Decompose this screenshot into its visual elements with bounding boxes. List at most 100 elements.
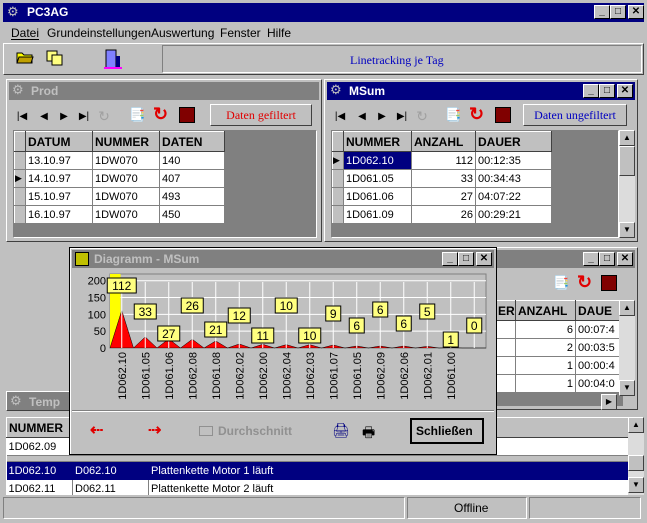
detail-cell[interactable]: 6 xyxy=(515,320,576,339)
prod-cell[interactable]: 1DW070 xyxy=(92,205,160,224)
temp-vscrollbar[interactable]: ▲ ▼ xyxy=(628,417,644,495)
msum-filter-icon[interactable] xyxy=(495,107,511,123)
prod-cell[interactable]: 16.10.97 xyxy=(25,205,93,224)
detail-close-button[interactable]: ✕ xyxy=(617,252,633,266)
scroll-up-button[interactable]: ▲ xyxy=(628,417,644,433)
msum-row[interactable]: 1D061.05 33 00:34:43 xyxy=(332,169,552,188)
row-indicator[interactable] xyxy=(332,205,344,224)
temp-row[interactable]: 1D062.11 D062.11 Plattenkette Motor 2 läuf… xyxy=(6,479,628,495)
temp-cell[interactable]: 1D062.11 xyxy=(6,479,73,495)
detail-minimize-button[interactable]: _ xyxy=(583,252,599,266)
detail-cell[interactable]: 2 xyxy=(515,338,576,357)
exit-door-icon[interactable] xyxy=(102,48,124,70)
row-indicator[interactable] xyxy=(14,187,26,206)
temp-cell[interactable]: D062.11 xyxy=(72,479,149,495)
detail-reload-icon[interactable]: ↻ xyxy=(577,272,592,293)
col-anzahl[interactable]: ANZAHL xyxy=(411,131,476,152)
temp-cell[interactable]: 1D062.09 xyxy=(6,437,73,456)
temp-cell[interactable]: 1D062.10 xyxy=(6,461,73,480)
row-indicator[interactable] xyxy=(14,205,26,224)
menu-hilfe[interactable]: Hilfe xyxy=(267,26,291,40)
msum-cell[interactable]: 00:34:43 xyxy=(475,169,552,188)
msum-row[interactable]: 1D061.09 26 00:29:21 xyxy=(332,205,552,224)
msum-maximize-button[interactable]: □ xyxy=(599,84,615,98)
prod-cell[interactable]: 1DW070 xyxy=(92,151,160,170)
msum-filter-button[interactable]: Daten ungefiltert xyxy=(523,104,627,126)
detail-row[interactable]: 6 00:07:4 xyxy=(495,320,623,339)
col-nummer[interactable]: NUMMER xyxy=(6,417,73,438)
print-icon[interactable]: 🖶 xyxy=(362,422,375,446)
msum-close-button[interactable]: ✕ xyxy=(617,84,633,98)
close-dialog-button[interactable]: Schließen xyxy=(410,418,484,444)
prev-record-button[interactable]: ◀ xyxy=(37,111,51,122)
scroll-right-button[interactable]: ▶ xyxy=(601,394,617,410)
prod-cell[interactable]: 140 xyxy=(159,151,225,170)
prod-row[interactable]: 16.10.97 1DW070 450 xyxy=(14,205,225,224)
detail-row[interactable]: 1 00:00:4 xyxy=(495,356,623,375)
prod-cell[interactable]: 13.10.97 xyxy=(25,151,93,170)
diagram-close-button[interactable]: ✕ xyxy=(476,252,492,266)
col-dauer[interactable]: DAUER xyxy=(475,131,552,152)
detail-cell[interactable] xyxy=(495,320,516,339)
col-nummer[interactable]: NUMMER xyxy=(343,131,412,152)
menu-datei[interactable]: Datei xyxy=(11,26,39,40)
scroll-down-button[interactable]: ▼ xyxy=(619,222,635,238)
printer-setup-icon[interactable]: 🖨 xyxy=(332,422,350,439)
detail-filter-icon[interactable] xyxy=(601,275,617,291)
col-datum[interactable]: DATUM xyxy=(25,131,93,152)
row-indicator[interactable] xyxy=(332,169,344,188)
row-indicator[interactable] xyxy=(332,187,344,206)
prod-cell[interactable]: 450 xyxy=(159,205,225,224)
prod-row[interactable]: ▶ 14.10.97 1DW070 407 xyxy=(14,169,225,188)
open-folder-icon[interactable] xyxy=(16,50,34,64)
prod-filter-icon[interactable] xyxy=(179,107,195,123)
detail-cell[interactable]: 00:07:4 xyxy=(575,320,623,339)
temp-row[interactable]: 1D062.10 D062.10 Plattenkette Motor 1 läuf… xyxy=(6,461,628,480)
msum-row[interactable]: ▶ 1D062.10 112 00:12:35 xyxy=(332,151,552,170)
prev-arrow-icon[interactable]: ⇠ xyxy=(90,420,103,440)
col-anzahl[interactable]: ANZAHL xyxy=(515,300,576,321)
next-arrow-icon[interactable]: ⇢ xyxy=(148,420,161,440)
msum-cell[interactable]: 1D061.05 xyxy=(343,169,412,188)
temp-cell[interactable]: D062.10 xyxy=(72,461,149,480)
msum-first-record-button[interactable]: |◀ xyxy=(333,111,347,122)
detail-maximize-button[interactable]: □ xyxy=(599,252,615,266)
prod-row[interactable]: 15.10.97 1DW070 493 xyxy=(14,187,225,206)
msum-cell[interactable]: 1D061.09 xyxy=(343,205,412,224)
detail-export-icon[interactable]: 📑 xyxy=(553,275,569,291)
prod-cell[interactable]: 1DW070 xyxy=(92,187,160,206)
detail-row[interactable]: 2 00:03:5 xyxy=(495,338,623,357)
scroll-down-button[interactable]: ▼ xyxy=(619,380,635,396)
msum-prev-record-button[interactable]: ◀ xyxy=(355,111,369,122)
prod-titlebar[interactable]: ⚙ Prod xyxy=(9,82,319,100)
diagram-maximize-button[interactable]: □ xyxy=(458,252,474,266)
detail-row[interactable]: 1 00:04:0 xyxy=(495,374,623,393)
maximize-button[interactable]: □ xyxy=(610,5,626,19)
col-nummer-partial[interactable]: ER xyxy=(495,300,516,321)
scroll-down-button[interactable]: ▼ xyxy=(628,477,644,493)
prod-cell[interactable]: 407 xyxy=(159,169,225,188)
msum-cell[interactable]: 1D061.06 xyxy=(343,187,412,206)
prod-export-icon[interactable]: 📑 xyxy=(129,107,145,123)
msum-next-record-button[interactable]: ▶ xyxy=(375,111,389,122)
first-record-button[interactable]: |◀ xyxy=(15,111,29,122)
app-titlebar[interactable]: ⚙ PC3AG _ □ ✕ xyxy=(3,3,644,22)
row-indicator[interactable]: ▶ xyxy=(332,151,344,170)
msum-last-record-button[interactable]: ▶| xyxy=(395,111,409,122)
scroll-thumb[interactable] xyxy=(628,455,644,471)
diagram-titlebar[interactable]: Diagramm - MSum _ □ ✕ xyxy=(72,250,494,268)
msum-cell[interactable]: 26 xyxy=(411,205,476,224)
msum-cell[interactable]: 00:29:21 xyxy=(475,205,552,224)
diagram-minimize-button[interactable]: _ xyxy=(442,252,458,266)
prod-reload-icon[interactable]: ↻ xyxy=(153,104,168,125)
msum-cell[interactable]: 1D062.10 xyxy=(343,151,412,170)
row-indicator[interactable]: ▶ xyxy=(14,169,26,188)
prod-cell[interactable]: 14.10.97 xyxy=(25,169,93,188)
msum-titlebar[interactable]: ⚙ MSum _ □ ✕ xyxy=(327,82,635,100)
msum-cell[interactable]: 27 xyxy=(411,187,476,206)
detail-titlebar[interactable]: _ □ ✕ xyxy=(497,250,635,268)
msum-cell[interactable]: 04:07:22 xyxy=(475,187,552,206)
menu-fenster[interactable]: Fenster xyxy=(220,26,261,40)
close-button[interactable]: ✕ xyxy=(628,5,644,19)
msum-vscrollbar[interactable]: ▲ ▼ xyxy=(619,130,635,238)
